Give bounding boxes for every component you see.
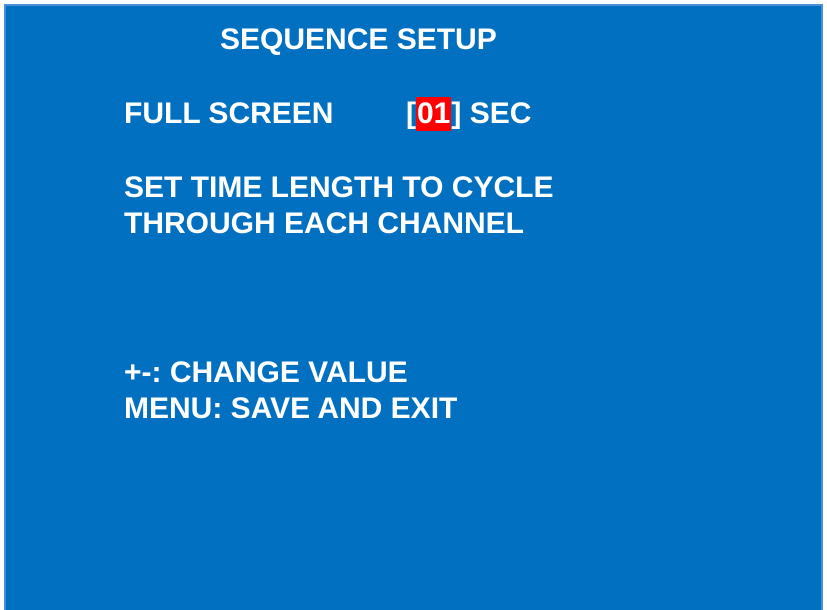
bracket-close: ] xyxy=(451,97,462,130)
unit-label: SEC xyxy=(469,97,532,130)
page-title: SEQUENCE SETUP xyxy=(220,23,497,56)
help-save-exit: MENU: SAVE AND EXIT xyxy=(124,392,458,425)
dwell-time-value[interactable]: 01 xyxy=(416,97,452,131)
bracket-open: [ xyxy=(406,97,416,130)
help-change-value: +-: CHANGE VALUE xyxy=(124,356,408,389)
full-screen-label: FULL SCREEN xyxy=(124,97,334,130)
description: SET TIME LENGTH TO CYCLE THROUGH EACH CH… xyxy=(124,170,553,242)
full-screen-value-group: [01] SEC xyxy=(406,96,531,132)
description-line-1: SET TIME LENGTH TO CYCLE xyxy=(124,171,554,204)
help-text: +-: CHANGE VALUE MENU: SAVE AND EXIT xyxy=(124,355,457,427)
description-line-2: THROUGH EACH CHANNEL xyxy=(124,207,524,240)
osd-screen: SEQUENCE SETUP FULL SCREEN [01] SEC SET … xyxy=(4,4,823,610)
